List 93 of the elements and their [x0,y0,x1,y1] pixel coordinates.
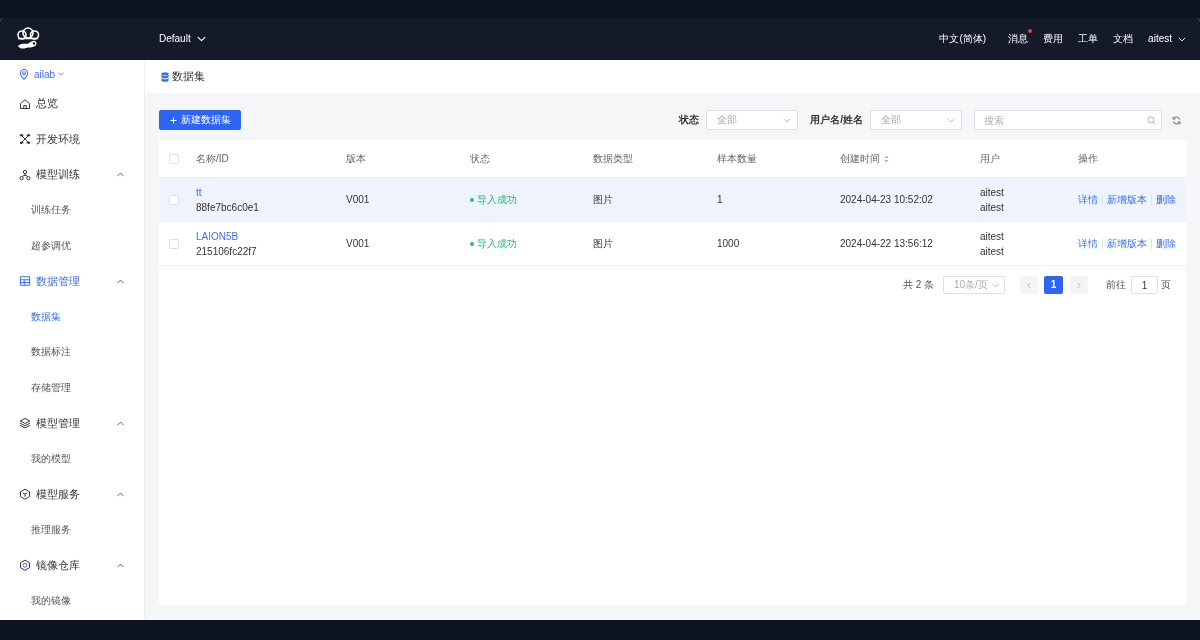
page-button[interactable]: 1 [1044,276,1063,294]
sidebar-item[interactable]: 模型服务 [0,476,144,512]
language-switch[interactable]: 中文(简体) [939,34,987,44]
user-name: aitest [980,200,1004,215]
chevron-down-icon [1178,36,1186,42]
next-page-button[interactable] [1070,276,1088,294]
sidebar-subitem[interactable]: 推理服务 [0,512,144,548]
chevron-down-icon [196,36,206,42]
location-pin-icon [19,68,29,80]
goto-label: 前往 [1106,280,1126,290]
table-cell-text: 1 [717,193,723,207]
header-link[interactable]: 文档 [1113,34,1134,44]
sidebar-subitem[interactable]: 数据集 [0,299,144,335]
workspace-selector[interactable]: Default [159,34,206,44]
column-header: 版本 [346,153,366,164]
home-icon [19,97,31,110]
dataset-id: 88fe7bc6c0e1 [196,200,259,215]
sidebar-item[interactable]: 模型训练 [0,157,144,193]
filter-label: 用户名/姓名 [810,115,863,125]
page-input[interactable]: 1 [1131,276,1158,294]
column-header: 用户 [980,153,1000,164]
chevron-down-icon [783,117,792,123]
user-name: aitest [980,229,1004,244]
column-header: 状态 [470,153,490,164]
status-text: 导入成功 [477,193,517,207]
create-dataset-button[interactable]: 新建数据集 [159,110,241,130]
table-cell-text: 图片 [593,237,613,251]
action-link[interactable]: 详情 [1078,194,1098,205]
header-link[interactable]: 费用 [1043,34,1064,44]
search-icon [1147,116,1156,125]
status-text: 导入成功 [477,237,517,251]
table-cell-text: 1000 [717,237,740,251]
page-title: 数据集 [172,71,205,82]
table-cell-text: 2024-04-22 13:56:12 [840,237,933,251]
chevron-right-icon [1077,281,1081,289]
sidebar-subitem[interactable]: 数据标注 [0,334,144,370]
table-cell-text: V001 [346,193,370,207]
hierarchy-icon [19,168,31,181]
header-link[interactable]: 工单 [1078,34,1099,44]
action-link[interactable]: 新增版本 [1107,194,1147,205]
sidebar-subitem[interactable]: 我的镜像 [0,583,144,619]
checkbox[interactable] [169,153,179,164]
header-link[interactable]: 消息 [1008,34,1029,44]
search-field[interactable]: 搜索 [974,110,1162,130]
column-header: 名称/ID [196,153,229,164]
dataset-name-link[interactable]: tt [196,184,202,200]
sidebar-item[interactable]: 数据管理 [0,263,144,299]
sidebar-item[interactable]: 模型管理 [0,405,144,441]
hexagon-icon [19,559,31,572]
user-name: aitest [980,185,1004,200]
region-selector[interactable]: ailab [19,62,65,86]
cube-icon [19,488,31,501]
sidebar-item[interactable]: 总览 [0,86,144,122]
sidebar-subitem[interactable]: 超参调优 [0,228,144,264]
chevron-down-icon [58,72,65,76]
table-cell-text: V001 [346,237,370,251]
column-header: 样本数量 [717,153,757,164]
total-count: 共 2 条 [902,280,934,290]
plus-icon [169,116,177,124]
action-link[interactable]: 详情 [1078,238,1098,249]
chevron-down-icon [992,282,999,288]
chevron-down-icon [947,117,955,123]
layers-icon [19,417,31,430]
table-cell-text: 2024-04-23 10:52:02 [840,193,933,207]
table-cell-text: 图片 [593,193,613,207]
action-link[interactable]: 删除 [1156,194,1176,205]
sidebar-subitem[interactable]: 我的模型 [0,441,144,477]
sidebar-item[interactable]: 镜像仓库 [0,547,144,583]
user-name: aitest [980,244,1004,259]
action-link[interactable]: 删除 [1156,238,1176,249]
dataset-id: 215106fc22f7 [196,244,257,259]
logo-icon [15,27,41,51]
column-header: 数据类型 [593,153,633,164]
network-icon [19,133,31,146]
sidebar-subitem[interactable]: 存储管理 [0,370,144,406]
previous-page-button[interactable] [1020,276,1038,294]
refresh-button[interactable] [1172,115,1181,125]
sort-icon[interactable] [884,154,889,163]
database-icon [161,71,169,82]
checkbox[interactable] [169,194,179,205]
table-icon [19,275,31,288]
goto-suffix: 页 [1161,280,1171,290]
column-header: 操作 [1078,153,1098,164]
checkbox[interactable] [169,238,179,249]
refresh-icon [1172,115,1181,125]
sidebar-subitem[interactable]: 训练任务 [0,192,144,228]
sidebar-item[interactable]: 开发环境 [0,121,144,157]
filter-label: 状态 [679,115,700,125]
chevron-left-icon [1027,281,1031,289]
column-header: 创建时间 [840,153,880,164]
dataset-name-link[interactable]: LAION5B [196,228,239,244]
action-link[interactable]: 新增版本 [1107,238,1147,249]
user-menu[interactable]: aitest [1148,34,1186,44]
